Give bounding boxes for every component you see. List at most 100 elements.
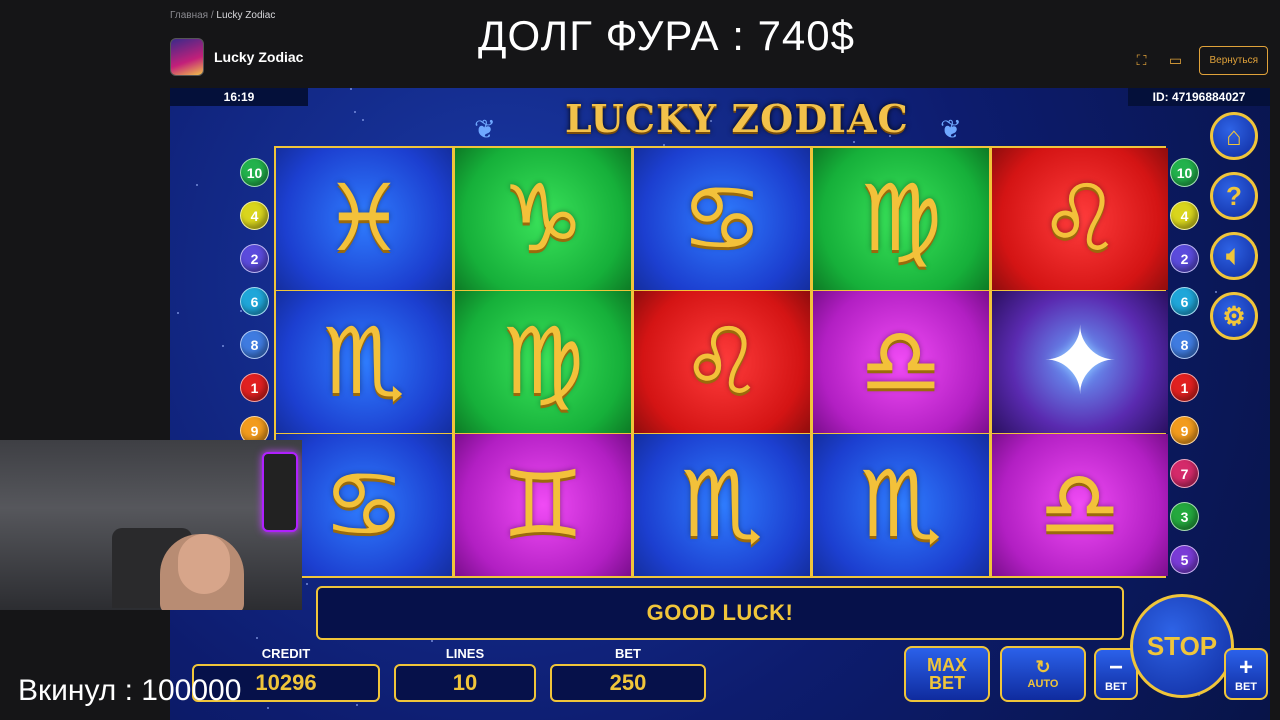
right-line-7: 7: [1170, 459, 1199, 488]
game-logo-text: LUCKY ZODIAC: [565, 96, 909, 141]
logo-swirl-right-icon: ❦: [940, 114, 962, 144]
plus-icon: +: [1238, 653, 1253, 681]
right-line-5: 5: [1170, 545, 1199, 574]
game-title: Lucky Zodiac: [214, 49, 304, 65]
max-bet-line1: MAX: [927, 655, 967, 675]
theater-mode-icon[interactable]: ▭: [1165, 51, 1185, 71]
left-line-indicators: 10 4 2 6 8 1 9: [240, 158, 269, 445]
left-line-6: 6: [240, 287, 269, 316]
session-id: ID: 47196884027: [1128, 88, 1270, 106]
reel-symbol-cancer: ♋: [276, 434, 452, 576]
bet-label: BET: [615, 646, 641, 661]
game-clock: 16:19: [170, 88, 308, 106]
sound-icon[interactable]: 🔈︎: [1210, 232, 1258, 280]
help-icon[interactable]: ?: [1210, 172, 1258, 220]
left-line-1: 1: [240, 373, 269, 402]
background-star: [853, 141, 855, 143]
virgo-icon: ♍: [501, 308, 585, 415]
reel-symbol-gemini: ♊: [455, 434, 631, 576]
game-header: Lucky Zodiac: [170, 38, 303, 76]
lines-field: LINES 10: [394, 646, 536, 702]
reels-area: ♓ ♑ ♋ ♍ ♌ ♏ ♍ ♌ ♎ ✦ ♋ ♊ ♏ ♏ ♎: [274, 146, 1168, 578]
message-bar: GOOD LUCK!: [316, 586, 1124, 640]
libra-icon: ♎: [859, 308, 943, 415]
capricorn-icon: ♑: [501, 165, 585, 272]
microphone-icon: [262, 452, 298, 532]
deposit-overlay-text: Вкинул : 100000: [18, 674, 242, 707]
reel-symbol-virgo: ♍: [455, 291, 631, 433]
lines-value[interactable]: 10: [394, 664, 536, 702]
left-line-10: 10: [240, 158, 269, 187]
background-star: [222, 345, 224, 347]
background-star: [354, 111, 356, 113]
game-thumbnail: [170, 38, 204, 76]
credit-label: CREDIT: [261, 646, 311, 661]
bet-field: BET 250: [550, 646, 706, 702]
libra-icon: ♎: [1038, 451, 1122, 558]
debt-headline: ДОЛГ ФУРА : 740$: [478, 12, 855, 59]
home-icon[interactable]: ⌂: [1210, 112, 1258, 160]
stop-button[interactable]: STOP: [1130, 594, 1234, 698]
scorpio-icon: ♏: [322, 308, 406, 415]
right-line-3: 3: [1170, 502, 1199, 531]
logo-swirl-left-icon: ❦: [474, 114, 496, 144]
virgo-icon: ♍: [859, 165, 943, 272]
reel-symbol-pisces: ♓: [276, 148, 452, 290]
auto-label: AUTO: [1027, 678, 1059, 690]
reel-grid: ♓ ♑ ♋ ♍ ♌ ♏ ♍ ♌ ♎ ✦ ♋ ♊ ♏ ♏ ♎: [276, 148, 1168, 576]
reel-symbol-leo: ♌: [992, 148, 1168, 290]
lines-label: LINES: [445, 646, 485, 661]
background-star: [196, 184, 198, 186]
right-line-10: 10: [1170, 158, 1199, 187]
right-line-1: 1: [1170, 373, 1199, 402]
breadcrumb-separator: /: [210, 10, 214, 21]
background-star: [356, 704, 358, 706]
right-line-2: 2: [1170, 244, 1199, 273]
max-bet-line2: BET: [929, 673, 965, 693]
background-star: [177, 312, 179, 314]
cancer-icon: ♋: [680, 165, 764, 272]
bet-decrease-label: BET: [1105, 680, 1127, 693]
background-star: [267, 707, 269, 709]
left-line-4: 4: [240, 201, 269, 230]
background-star: [256, 637, 258, 639]
auto-spin-icon: ↻: [1035, 657, 1051, 677]
background-star: [431, 640, 433, 642]
top-toolbar: ⛶ ▭ Вернуться: [1131, 46, 1268, 75]
wizard-icon: ✦: [1041, 308, 1119, 415]
right-line-indicators: 10 4 2 6 8 1 9 7 3 5: [1170, 158, 1199, 574]
right-line-8: 8: [1170, 330, 1199, 359]
webcam-streamer-head: [178, 534, 230, 594]
reel-symbol-virgo: ♍: [813, 148, 989, 290]
right-line-4: 4: [1170, 201, 1199, 230]
right-line-9: 9: [1170, 416, 1199, 445]
background-star: [306, 583, 308, 585]
game-frame: 16:19 ID: 47196884027 ❦ LUCKY ZODIAC ❦ 1…: [170, 88, 1270, 720]
settings-icon[interactable]: ⚙: [1210, 292, 1258, 340]
breadcrumb: Главная / Lucky Zodiac: [170, 10, 275, 21]
reel-symbol-cancer: ♋: [634, 148, 810, 290]
reel-symbol-scorpio: ♏: [276, 291, 452, 433]
bet-increase-button[interactable]: + BET: [1224, 648, 1268, 700]
reel-symbol-scorpio: ♏: [634, 434, 810, 576]
cancer-icon: ♋: [322, 451, 406, 558]
breadcrumb-home[interactable]: Главная: [170, 10, 208, 21]
fullscreen-icon[interactable]: ⛶: [1131, 51, 1151, 71]
reel-symbol-libra: ♎: [992, 434, 1168, 576]
right-line-6: 6: [1170, 287, 1199, 316]
background-star: [362, 119, 364, 121]
bet-value: 250: [550, 664, 706, 702]
auto-button[interactable]: ↻ AUTO: [1000, 646, 1086, 702]
back-button[interactable]: Вернуться: [1199, 46, 1268, 75]
max-bet-button[interactable]: MAX BET: [904, 646, 990, 702]
background-star: [350, 88, 352, 90]
side-buttons: ⌂ ? 🔈︎ ⚙: [1210, 112, 1258, 340]
gemini-icon: ♊: [501, 451, 585, 558]
pisces-icon: ♓: [322, 165, 406, 272]
webcam-overlay: [0, 440, 302, 610]
breadcrumb-current: Lucky Zodiac: [216, 10, 276, 21]
bet-increase-label: BET: [1235, 680, 1257, 693]
reel-symbol-wizard: ✦: [992, 291, 1168, 433]
leo-icon: ♌: [680, 308, 764, 415]
reel-symbol-leo: ♌: [634, 291, 810, 433]
